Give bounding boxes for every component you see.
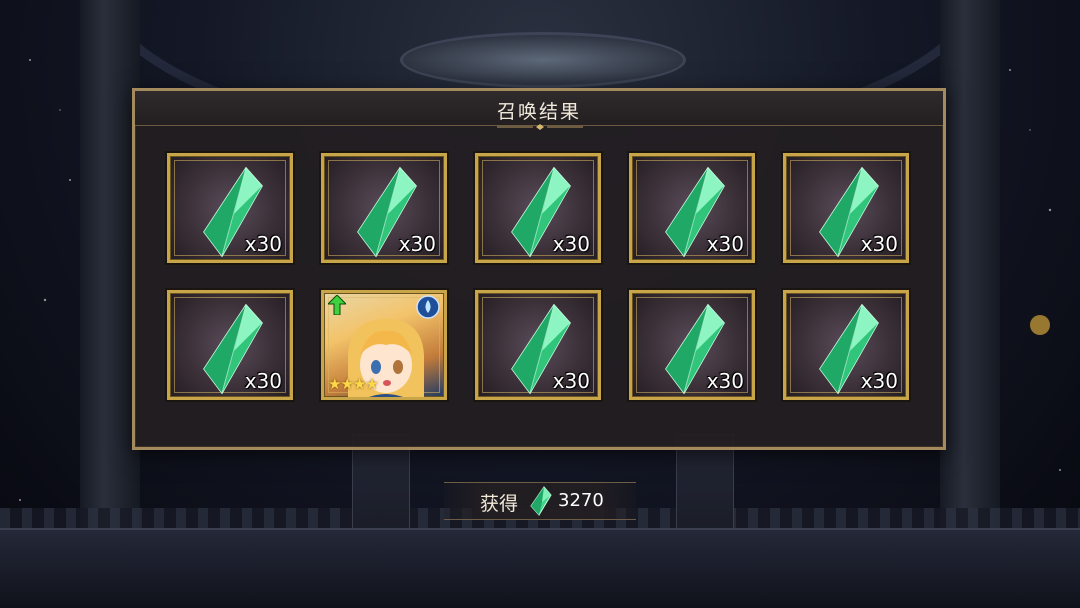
dialog-header: 召唤结果 bbox=[135, 91, 943, 126]
result-card-crystal[interactable]: x30 bbox=[475, 153, 601, 263]
result-card-crystal[interactable]: x30 bbox=[167, 290, 293, 400]
result-card-crystal[interactable]: x30 bbox=[321, 153, 447, 263]
floor bbox=[0, 528, 1080, 608]
dialog-title: 召唤结果 bbox=[496, 101, 581, 123]
result-card-crystal[interactable]: x30 bbox=[783, 153, 909, 263]
item-count: x30 bbox=[244, 369, 282, 393]
obtain-bar: 获得 3270 bbox=[444, 482, 636, 520]
rarity-stars: ★★★★ bbox=[328, 375, 379, 393]
result-card-crystal[interactable]: x30 bbox=[783, 290, 909, 400]
item-count: x30 bbox=[860, 369, 898, 393]
upgrade-arrow-icon bbox=[328, 295, 346, 315]
obtain-label: 获得 bbox=[480, 493, 519, 515]
result-card-crystal[interactable]: x30 bbox=[167, 153, 293, 263]
ceiling-dome bbox=[400, 32, 686, 88]
water-drop-icon bbox=[416, 295, 440, 319]
crystal-icon bbox=[530, 486, 552, 516]
result-card-crystal[interactable]: x30 bbox=[629, 290, 755, 400]
item-count: x30 bbox=[706, 369, 744, 393]
item-count: x30 bbox=[860, 232, 898, 256]
title-ornament-icon bbox=[497, 124, 583, 130]
result-card-character[interactable]: ★★★★ bbox=[321, 290, 447, 400]
item-count: x30 bbox=[706, 232, 744, 256]
item-count: x30 bbox=[398, 232, 436, 256]
item-count: x30 bbox=[552, 232, 590, 256]
obtain-value: 3270 bbox=[558, 490, 604, 511]
result-card-crystal[interactable]: x30 bbox=[629, 153, 755, 263]
item-count: x30 bbox=[552, 369, 590, 393]
item-count: x30 bbox=[244, 232, 282, 256]
result-card-crystal[interactable]: x30 bbox=[475, 290, 601, 400]
